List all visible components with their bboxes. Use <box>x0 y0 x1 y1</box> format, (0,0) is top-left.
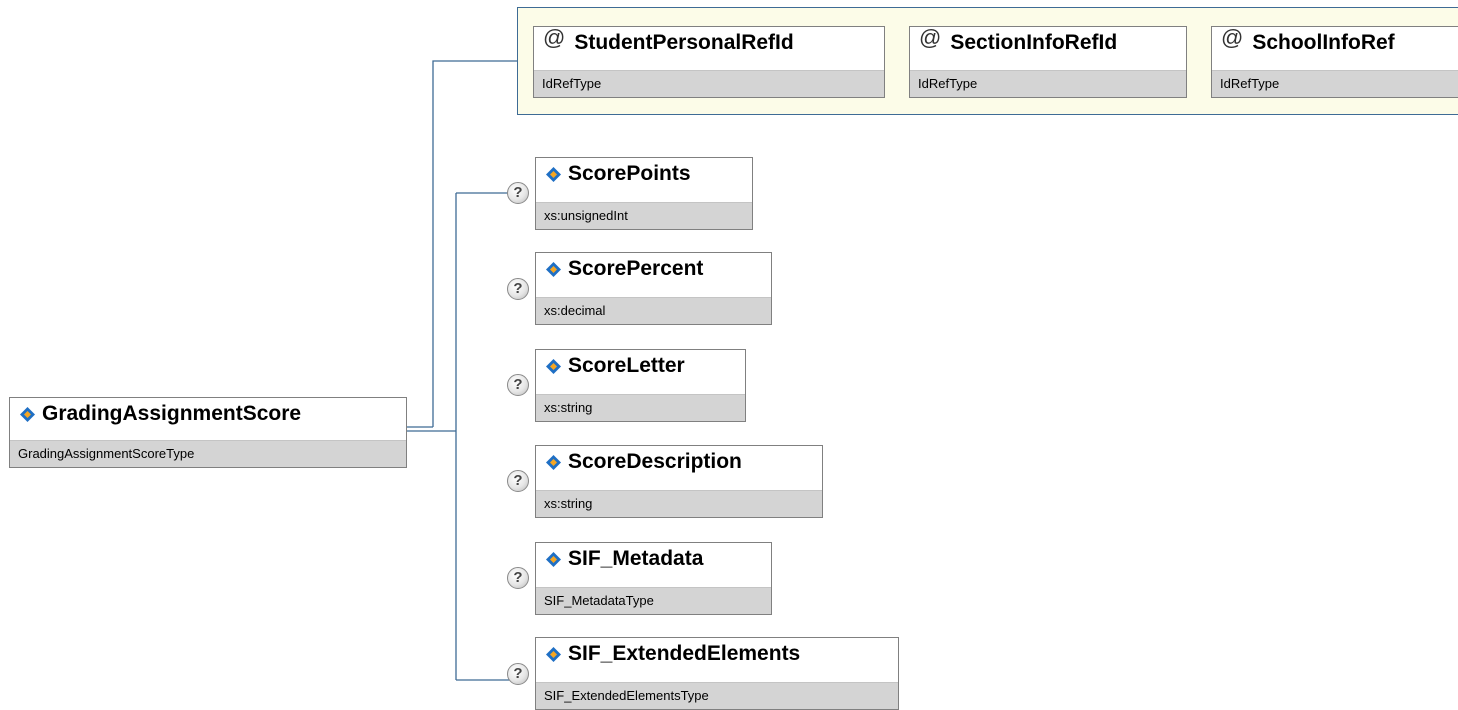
child-element-type: xs:string <box>536 394 745 421</box>
child-element-type: SIF_MetadataType <box>536 587 771 614</box>
attribute-name: StudentPersonalRefId <box>574 31 794 54</box>
root-element-box[interactable]: GradingAssignmentScore GradingAssignment… <box>9 397 407 468</box>
child-element-type: SIF_ExtendedElementsType <box>536 682 898 709</box>
element-icon <box>20 406 35 422</box>
optional-question-icon: ? <box>507 182 529 204</box>
attribute-box-student-personal-refid[interactable]: @ StudentPersonalRefId IdRefType <box>533 25 885 98</box>
root-element-name: GradingAssignmentScore <box>42 402 302 425</box>
child-element-box-score-description[interactable]: ScoreDescription xs:string <box>535 445 823 518</box>
child-element-name: ScorePercent <box>568 257 704 280</box>
element-icon <box>546 646 561 662</box>
attribute-icon: @ <box>919 25 942 50</box>
child-element-box-sif-metadata[interactable]: SIF_Metadata SIF_MetadataType <box>535 542 772 615</box>
attribute-name: SchoolInfoRef <box>1252 31 1395 54</box>
attribute-box-section-info-refid[interactable]: @ SectionInfoRefId IdRefType <box>909 25 1187 98</box>
child-element-name: SIF_Metadata <box>568 547 704 570</box>
attribute-connector <box>432 60 517 427</box>
element-icon <box>546 261 561 277</box>
child-element-type: xs:string <box>536 490 822 517</box>
optional-question-icon: ? <box>507 567 529 589</box>
optional-question-icon: ? <box>507 374 529 396</box>
attribute-group: @ StudentPersonalRefId IdRefType @ Secti… <box>517 7 1458 115</box>
child-element-name: ScoreDescription <box>568 450 742 473</box>
child-element-name: ScorePoints <box>568 162 691 185</box>
element-icon <box>546 166 561 182</box>
optional-question-icon: ? <box>507 470 529 492</box>
child-element-box-score-letter[interactable]: ScoreLetter xs:string <box>535 349 746 422</box>
element-icon <box>546 551 561 567</box>
root-connector <box>407 426 433 432</box>
child-element-type: xs:decimal <box>536 297 771 324</box>
optional-question-icon: ? <box>507 663 529 685</box>
attribute-box-school-info-ref[interactable]: @ SchoolInfoRef IdRefType <box>1211 25 1458 98</box>
root-element-type: GradingAssignmentScoreType <box>10 440 406 467</box>
element-icon <box>546 454 561 470</box>
child-element-box-score-points[interactable]: ScorePoints xs:unsignedInt <box>535 157 753 230</box>
attribute-type: IdRefType <box>534 70 884 97</box>
attribute-name: SectionInfoRefId <box>950 31 1118 54</box>
child-element-name: SIF_ExtendedElements <box>568 642 801 665</box>
element-icon <box>546 358 561 374</box>
attribute-type: IdRefType <box>1212 70 1458 97</box>
child-element-box-score-percent[interactable]: ScorePercent xs:decimal <box>535 252 772 325</box>
child-element-box-sif-extended-elements[interactable]: SIF_ExtendedElements SIF_ExtendedElement… <box>535 637 899 710</box>
child-element-name: ScoreLetter <box>568 354 685 377</box>
attribute-icon: @ <box>1221 25 1244 50</box>
attribute-type: IdRefType <box>910 70 1186 97</box>
attribute-icon: @ <box>543 25 566 50</box>
child-element-type: xs:unsignedInt <box>536 202 752 229</box>
optional-question-icon: ? <box>507 278 529 300</box>
